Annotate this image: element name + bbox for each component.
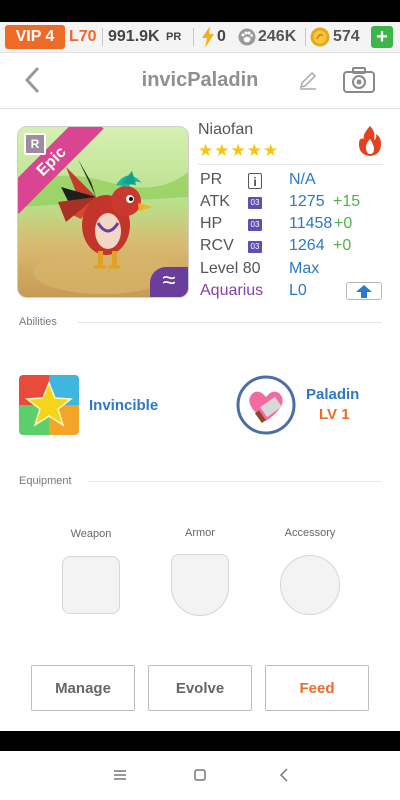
evolve-button[interactable]: Evolve [148,665,252,711]
level-label: Level 80 [200,260,261,277]
stat-value: N/A [289,171,316,188]
water-element-icon: ≈ [150,267,188,297]
weapon-label: Weapon [70,528,112,540]
divider [193,28,194,46]
rank-badge-icon: R [24,133,46,155]
monster-portrait[interactable]: Epic R ≈ [17,126,189,298]
level-value: Max [289,260,320,277]
accessory-slot[interactable] [280,555,340,615]
stat-row-level: Level 80 Max [200,260,390,282]
abilities-heading: Abilities [19,316,57,328]
species-name: Niaofan [198,121,254,138]
vip-badge[interactable]: VIP 4 [5,25,65,49]
coin-icon [310,27,330,47]
stat-row-atk: ATK 03 1275 +15 [200,193,390,215]
feed-button[interactable]: Feed [265,665,369,711]
home-icon[interactable] [190,765,210,785]
back-icon[interactable] [274,765,294,785]
stat-level-tag: 03 [248,241,262,253]
star-rating: ★★★★★ [198,141,280,160]
stat-row-pr: PR i N/A [200,171,390,193]
ability-name: Invincible [89,397,159,414]
manage-button[interactable]: Manage [31,665,135,711]
divider [102,28,103,46]
equipment-heading: Equipment [19,475,72,487]
stat-value: 1264 [289,237,325,254]
edit-pencil-icon[interactable] [297,69,319,91]
section-divider [88,481,382,482]
upgrade-button[interactable] [346,282,382,300]
paladin-ability-icon[interactable] [236,375,296,435]
stat-row-hp: HP 03 11458 +0 [200,215,390,237]
armor-slot[interactable] [171,554,229,616]
stat-value: 11458 [289,215,333,232]
monster-name-title: invicPaladin [141,69,259,91]
stat-level-tag: 03 [248,219,262,231]
stat-label: HP [200,215,223,232]
zodiac-level: L0 [289,282,307,299]
info-icon[interactable]: i [248,173,262,189]
stat-bonus: +15 [333,193,361,210]
zodiac-label: Aquarius [200,282,264,299]
fire-element-icon [359,126,381,156]
ability-level: LV 1 [319,406,350,423]
monster-detail-page: invicPaladin Epic R ≈ Niaofan ★★★★★ PR i… [0,53,400,731]
stat-label: ATK [200,193,230,210]
armor-label: Armor [185,527,215,539]
system-nav-bar [0,751,400,800]
app-screen: VIP 4 L70 991.9K PR 0 246K 574 + invicPa… [0,0,400,800]
ability-name: Paladin [306,386,360,403]
section-divider [78,322,382,323]
invincible-ability-icon[interactable] [19,375,79,435]
stat-level-tag: 03 [248,197,262,209]
stat-bonus: +0 [334,215,353,232]
energy-value: 0 [217,28,226,45]
title-bar: invicPaladin [0,53,400,109]
divider [305,28,306,46]
stat-label: RCV [200,237,234,254]
coin-value: 574 [333,28,360,45]
star-icon [19,375,79,435]
weapon-slot[interactable] [62,556,120,614]
stat-bonus: +0 [333,237,352,254]
paw-icon [238,28,256,46]
power-rating-unit: PR [166,31,182,43]
paw-currency-value: 246K [258,28,297,45]
stat-value: 1275 [289,193,325,210]
accessory-label: Accessory [284,527,336,539]
energy-icon [202,26,214,48]
resource-bar: VIP 4 L70 991.9K PR 0 246K 574 + [0,22,400,53]
stat-label: PR [200,171,223,188]
stat-divider [198,164,383,165]
up-arrow-icon [356,285,372,298]
player-level: L70 [69,28,97,45]
add-coins-button[interactable]: + [371,26,393,48]
camera-icon[interactable] [342,65,376,95]
heart-shield-icon [236,375,296,435]
power-rating-value: 991.9K [108,28,160,45]
stat-row-rcv: RCV 03 1264 +0 [200,237,390,259]
menu-icon[interactable] [110,765,130,785]
